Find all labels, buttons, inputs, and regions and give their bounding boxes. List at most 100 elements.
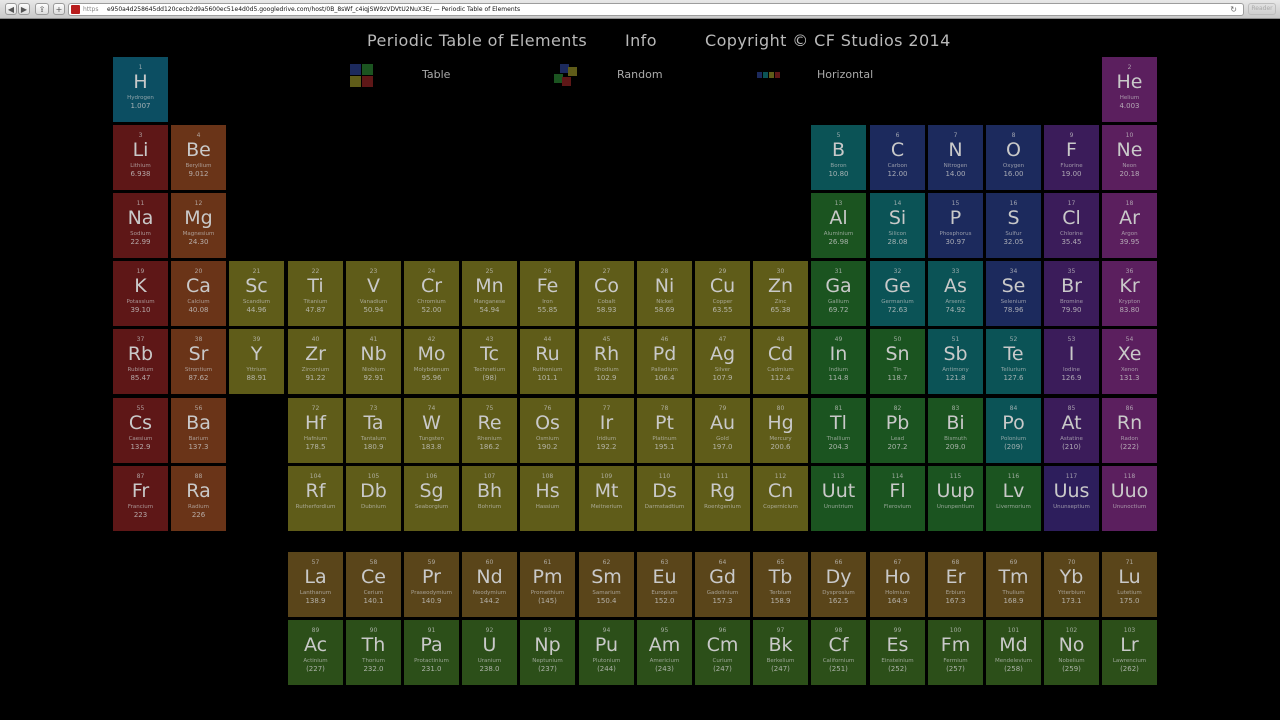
element-tile-i[interactable]: 53 I Iodine 126.9 xyxy=(1044,329,1099,394)
element-tile-lr[interactable]: 103 Lr Lawrencium (262) xyxy=(1102,620,1157,685)
element-tile-hf[interactable]: 72 Hf Hafnium 178.5 xyxy=(288,398,343,463)
element-tile-ag[interactable]: 47 Ag Silver 107.9 xyxy=(695,329,750,394)
element-tile-ar[interactable]: 18 Ar Argon 39.95 xyxy=(1102,193,1157,258)
element-tile-ne[interactable]: 10 Ne Neon 20.18 xyxy=(1102,125,1157,190)
element-tile-br[interactable]: 35 Br Bromine 79.90 xyxy=(1044,261,1099,326)
element-tile-w[interactable]: 74 W Tungsten 183.8 xyxy=(404,398,459,463)
element-tile-y[interactable]: 39 Y Yttrium 88.91 xyxy=(229,329,284,394)
element-tile-cr[interactable]: 24 Cr Chromium 52.00 xyxy=(404,261,459,326)
element-tile-rg[interactable]: 111 Rg Roentgenium xyxy=(695,466,750,531)
element-tile-hg[interactable]: 80 Hg Mercury 200.6 xyxy=(753,398,808,463)
element-tile-ho[interactable]: 67 Ho Holmium 164.9 xyxy=(870,552,925,617)
element-tile-c[interactable]: 6 C Carbon 12.00 xyxy=(870,125,925,190)
element-tile-er[interactable]: 68 Er Erbium 167.3 xyxy=(928,552,983,617)
element-tile-sr[interactable]: 38 Sr Strontium 87.62 xyxy=(171,329,226,394)
reader-button[interactable]: Reader xyxy=(1248,3,1276,15)
element-tile-uup[interactable]: 115 Uup Ununpentium xyxy=(928,466,983,531)
element-tile-am[interactable]: 95 Am Americium (243) xyxy=(637,620,692,685)
element-tile-cu[interactable]: 29 Cu Copper 63.55 xyxy=(695,261,750,326)
element-tile-rb[interactable]: 37 Rb Rubidium 85.47 xyxy=(113,329,168,394)
element-tile-tb[interactable]: 65 Tb Terbium 158.9 xyxy=(753,552,808,617)
element-tile-co[interactable]: 27 Co Cobalt 58.93 xyxy=(579,261,634,326)
element-tile-in[interactable]: 49 In Indium 114.8 xyxy=(811,329,866,394)
back-button[interactable]: ◀ xyxy=(5,3,17,15)
element-tile-f[interactable]: 9 F Fluorine 19.00 xyxy=(1044,125,1099,190)
element-tile-fl[interactable]: 114 Fl Flerovium xyxy=(870,466,925,531)
element-tile-rn[interactable]: 86 Rn Radon (222) xyxy=(1102,398,1157,463)
element-tile-au[interactable]: 79 Au Gold 197.0 xyxy=(695,398,750,463)
element-tile-th[interactable]: 90 Th Thorium 232.0 xyxy=(346,620,401,685)
element-tile-gd[interactable]: 64 Gd Gadolinium 157.3 xyxy=(695,552,750,617)
element-tile-h[interactable]: 1 H Hydrogen 1.007 xyxy=(113,57,168,122)
element-tile-at[interactable]: 85 At Astatine (210) xyxy=(1044,398,1099,463)
element-tile-sc[interactable]: 21 Sc Scandium 44.96 xyxy=(229,261,284,326)
element-tile-ga[interactable]: 31 Ga Gallium 69.72 xyxy=(811,261,866,326)
element-tile-mn[interactable]: 25 Mn Manganese 54.94 xyxy=(462,261,517,326)
element-tile-ge[interactable]: 32 Ge Germanium 72.63 xyxy=(870,261,925,326)
element-tile-te[interactable]: 52 Te Tellurium 127.6 xyxy=(986,329,1041,394)
address-bar[interactable]: https e950a4d258645dd120cecb2d9a5600ec51… xyxy=(68,3,1244,16)
element-tile-mo[interactable]: 42 Mo Molybdenum 95.96 xyxy=(404,329,459,394)
element-tile-ba[interactable]: 56 Ba Barium 137.3 xyxy=(171,398,226,463)
element-tile-he[interactable]: 2 He Helium 4.003 xyxy=(1102,57,1157,122)
element-tile-cs[interactable]: 55 Cs Caesium 132.9 xyxy=(113,398,168,463)
element-tile-fm[interactable]: 100 Fm Fermium (257) xyxy=(928,620,983,685)
element-tile-uut[interactable]: 113 Uut Ununtrium xyxy=(811,466,866,531)
element-tile-mg[interactable]: 12 Mg Magnesium 24.30 xyxy=(171,193,226,258)
element-tile-pd[interactable]: 46 Pd Palladium 106.4 xyxy=(637,329,692,394)
element-tile-cf[interactable]: 98 Cf Californium (251) xyxy=(811,620,866,685)
element-tile-ra[interactable]: 88 Ra Radium 226 xyxy=(171,466,226,531)
element-tile-cm[interactable]: 96 Cm Curium (247) xyxy=(695,620,750,685)
element-tile-na[interactable]: 11 Na Sodium 22.99 xyxy=(113,193,168,258)
element-tile-zn[interactable]: 30 Zn Zinc 65.38 xyxy=(753,261,808,326)
element-tile-uuo[interactable]: 118 Uuo Ununoctium xyxy=(1102,466,1157,531)
element-tile-ir[interactable]: 77 Ir Iridium 192.2 xyxy=(579,398,634,463)
element-tile-pm[interactable]: 61 Pm Promethium (145) xyxy=(520,552,575,617)
element-tile-be[interactable]: 4 Be Beryllium 9.012 xyxy=(171,125,226,190)
element-tile-md[interactable]: 101 Md Mendelevium (258) xyxy=(986,620,1041,685)
view-random-button[interactable]: Random xyxy=(554,64,689,88)
element-tile-cl[interactable]: 17 Cl Chlorine 35.45 xyxy=(1044,193,1099,258)
element-tile-yb[interactable]: 70 Yb Ytterbium 173.1 xyxy=(1044,552,1099,617)
element-tile-b[interactable]: 5 B Boron 10.80 xyxy=(811,125,866,190)
element-tile-pu[interactable]: 94 Pu Plutonium (244) xyxy=(579,620,634,685)
element-tile-lv[interactable]: 116 Lv Livermorium xyxy=(986,466,1041,531)
new-tab-button[interactable]: + xyxy=(53,3,65,15)
element-tile-dy[interactable]: 66 Dy Dysprosium 162.5 xyxy=(811,552,866,617)
element-tile-v[interactable]: 23 V Vanadium 50.94 xyxy=(346,261,401,326)
info-link[interactable]: Info xyxy=(625,30,657,52)
page-title[interactable]: Periodic Table of Elements xyxy=(367,30,587,52)
element-tile-eu[interactable]: 63 Eu Europium 152.0 xyxy=(637,552,692,617)
element-tile-nb[interactable]: 41 Nb Niobium 92.91 xyxy=(346,329,401,394)
element-tile-rh[interactable]: 45 Rh Rhodium 102.9 xyxy=(579,329,634,394)
element-tile-sn[interactable]: 50 Sn Tin 118.7 xyxy=(870,329,925,394)
view-table-button[interactable]: Table xyxy=(350,64,485,88)
element-tile-la[interactable]: 57 La Lanthanum 138.9 xyxy=(288,552,343,617)
element-tile-es[interactable]: 99 Es Einsteinium (252) xyxy=(870,620,925,685)
element-tile-cn[interactable]: 112 Cn Copernicium xyxy=(753,466,808,531)
element-tile-bk[interactable]: 97 Bk Berkelium (247) xyxy=(753,620,808,685)
element-tile-ru[interactable]: 44 Ru Ruthenium 101.1 xyxy=(520,329,575,394)
element-tile-as[interactable]: 33 As Arsenic 74.92 xyxy=(928,261,983,326)
share-button[interactable]: ⇪ xyxy=(35,3,49,15)
element-tile-np[interactable]: 93 Np Neptunium (237) xyxy=(520,620,575,685)
element-tile-se[interactable]: 34 Se Selenium 78.96 xyxy=(986,261,1041,326)
element-tile-rf[interactable]: 104 Rf Rutherfordium xyxy=(288,466,343,531)
element-tile-zr[interactable]: 40 Zr Zirconium 91.22 xyxy=(288,329,343,394)
element-tile-fe[interactable]: 26 Fe Iron 55.85 xyxy=(520,261,575,326)
element-tile-u[interactable]: 92 U Uranium 238.0 xyxy=(462,620,517,685)
element-tile-lu[interactable]: 71 Lu Lutetium 175.0 xyxy=(1102,552,1157,617)
element-tile-cd[interactable]: 48 Cd Cadmium 112.4 xyxy=(753,329,808,394)
view-horizontal-button[interactable]: Horizontal xyxy=(757,64,892,88)
element-tile-pb[interactable]: 82 Pb Lead 207.2 xyxy=(870,398,925,463)
element-tile-k[interactable]: 19 K Potassium 39.10 xyxy=(113,261,168,326)
element-tile-s[interactable]: 16 S Sulfur 32.05 xyxy=(986,193,1041,258)
element-tile-xe[interactable]: 54 Xe Xenon 131.3 xyxy=(1102,329,1157,394)
element-tile-p[interactable]: 15 P Phosphorus 30.97 xyxy=(928,193,983,258)
forward-button[interactable]: ▶ xyxy=(18,3,30,15)
element-tile-o[interactable]: 8 O Oxygen 16.00 xyxy=(986,125,1041,190)
element-tile-fr[interactable]: 87 Fr Francium 223 xyxy=(113,466,168,531)
element-tile-bi[interactable]: 83 Bi Bismuth 209.0 xyxy=(928,398,983,463)
reload-icon[interactable]: ↻ xyxy=(1230,4,1237,15)
element-tile-sm[interactable]: 62 Sm Samarium 150.4 xyxy=(579,552,634,617)
